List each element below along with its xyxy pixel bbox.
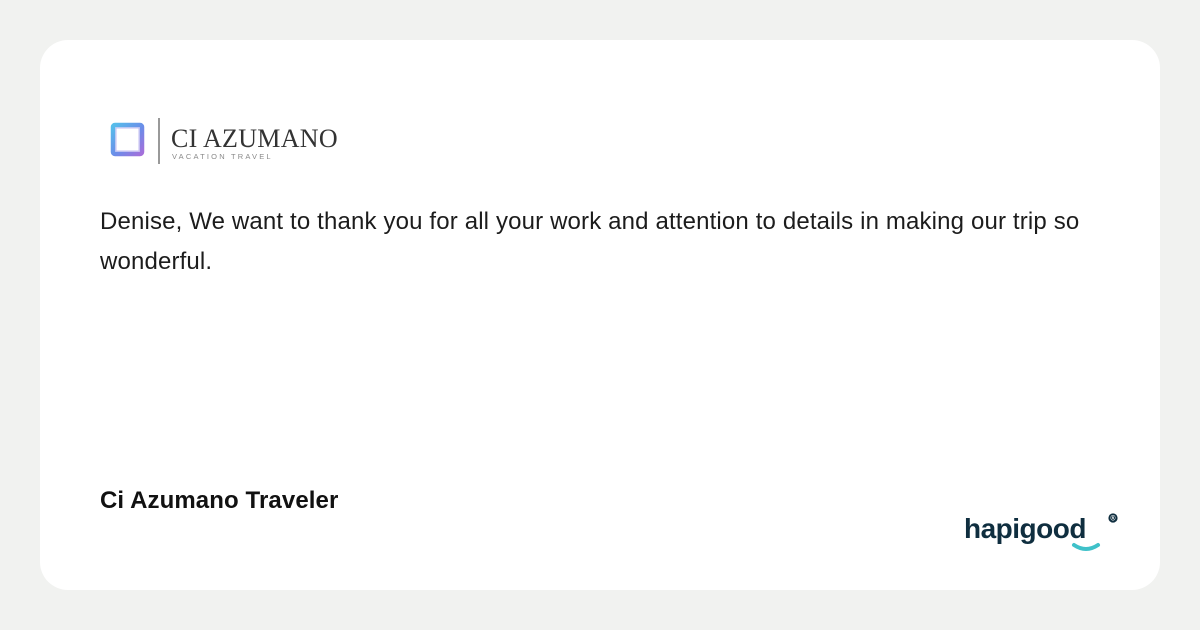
smile-icon bbox=[1072, 543, 1100, 551]
square-frame-icon bbox=[110, 122, 145, 157]
brand-tagline: VACATION TRAVEL bbox=[172, 152, 273, 161]
ci-azumano-logo: CI AZUMANO VACATION TRAVEL bbox=[104, 110, 380, 172]
hapigood-logo: hapigood ® bbox=[962, 510, 1122, 554]
testimonial-author: Ci Azumano Traveler bbox=[100, 487, 339, 514]
testimonial-card: CI AZUMANO VACATION TRAVEL Denise, We wa… bbox=[40, 40, 1160, 590]
registered-mark-icon: ® bbox=[1108, 513, 1118, 523]
hapigood-wordmark: hapigood bbox=[964, 513, 1086, 544]
testimonial-text: Denise, We want to thank you for all you… bbox=[100, 208, 1080, 275]
svg-text:®: ® bbox=[1110, 515, 1116, 523]
brand-name: CI AZUMANO bbox=[171, 124, 338, 153]
